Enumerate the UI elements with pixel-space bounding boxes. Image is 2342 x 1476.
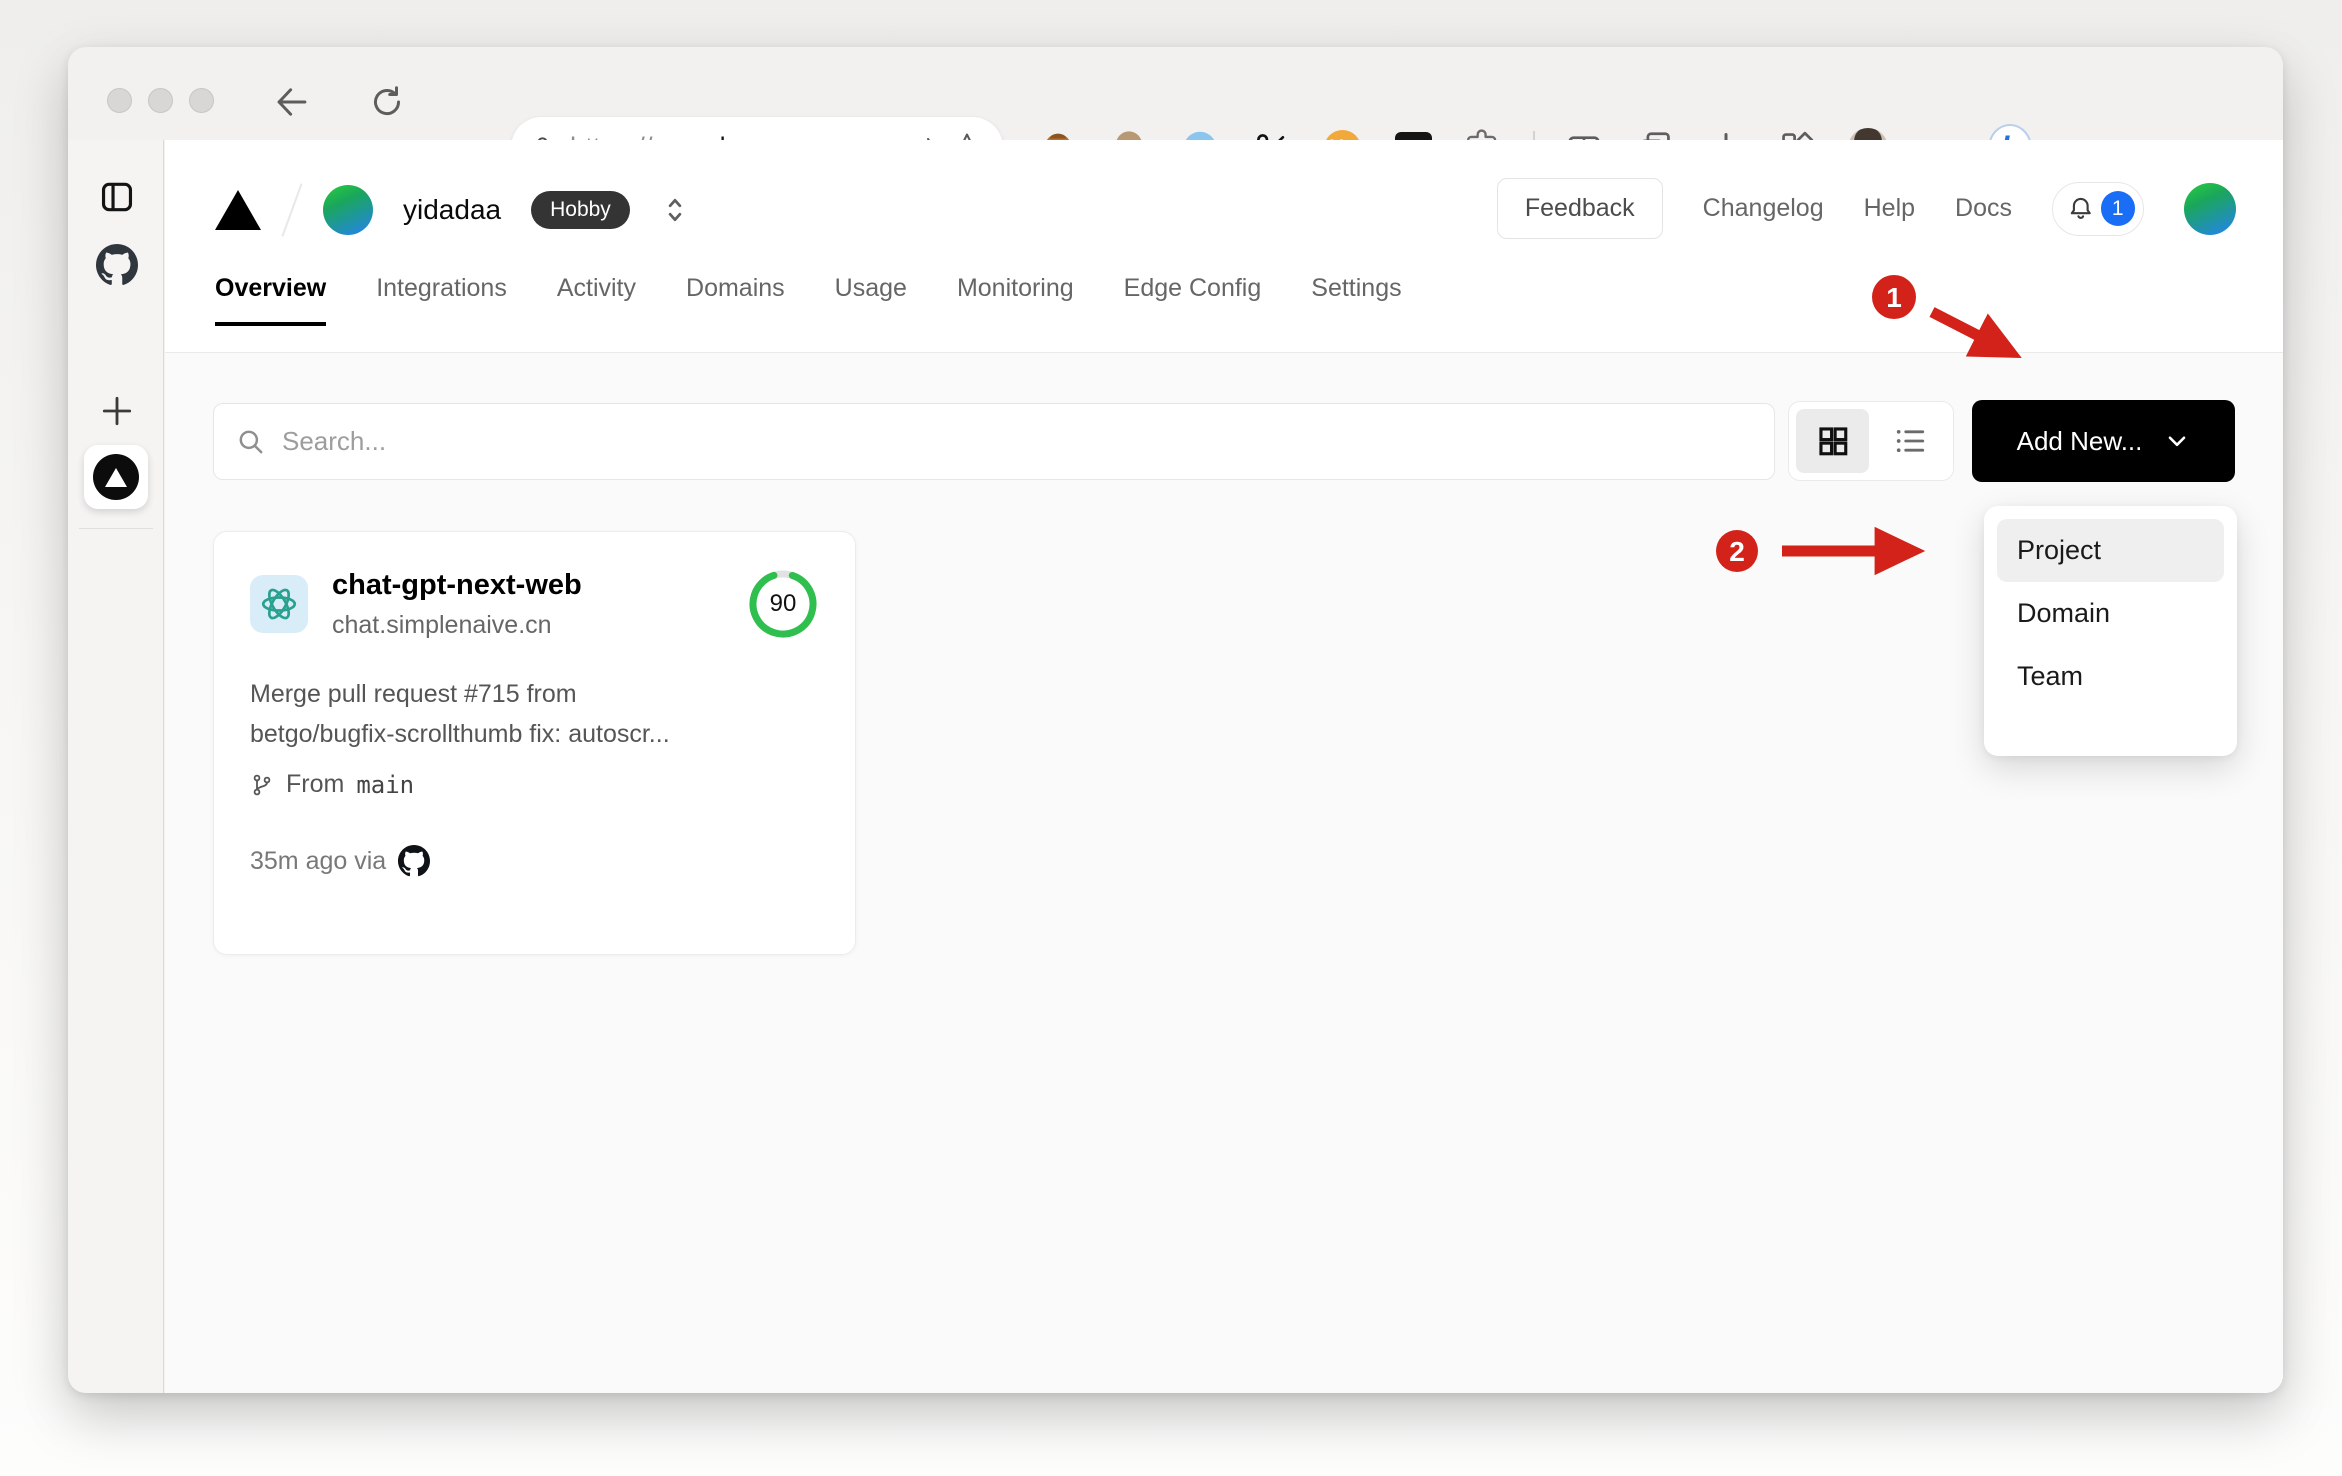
grid-view-button[interactable] xyxy=(1796,409,1869,473)
deployed-time: 35m ago via xyxy=(250,846,387,875)
menu-item-domain[interactable]: Domain xyxy=(1997,582,2224,645)
add-new-button[interactable]: Add New... xyxy=(1972,400,2235,482)
vercel-logo-icon[interactable] xyxy=(215,190,261,230)
github-sidebar-icon[interactable] xyxy=(96,244,138,291)
grid-view-icon xyxy=(1818,427,1847,456)
git-branch-icon xyxy=(253,774,271,795)
window-close-button[interactable] xyxy=(107,88,132,113)
menu-item-team[interactable]: Team xyxy=(1997,645,2224,708)
refresh-icon xyxy=(373,86,401,116)
list-view-icon xyxy=(1896,429,1924,453)
vercel-icon xyxy=(93,454,139,500)
dashboard-tabs: Overview Integrations Activity Domains U… xyxy=(215,274,1402,326)
feedback-button[interactable]: Feedback xyxy=(1496,178,1663,239)
sidebar-divider xyxy=(79,528,153,529)
tab-edge-config[interactable]: Edge Config xyxy=(1124,274,1262,325)
user-avatar[interactable] xyxy=(2184,182,2236,235)
commit-message: Merge pull request #715 from betgo/bugfi… xyxy=(250,680,670,748)
changelog-link[interactable]: Changelog xyxy=(1703,194,1824,223)
window-minimize-button[interactable] xyxy=(148,88,173,113)
page-header-left: yidadaa Hobby xyxy=(215,182,690,238)
tab-activity[interactable]: Activity xyxy=(557,274,636,325)
score-value: 90 xyxy=(769,590,797,617)
back-button[interactable] xyxy=(273,83,311,121)
window-zoom-button[interactable] xyxy=(189,88,214,113)
team-switcher-icon[interactable] xyxy=(660,193,690,227)
vercel-page: yidadaa Hobby Feedback Changelog Help Do… xyxy=(165,140,2283,1393)
openai-logo-icon xyxy=(261,588,297,620)
tab-integrations[interactable]: Integrations xyxy=(376,274,507,325)
sidebar-add-icon[interactable] xyxy=(98,392,136,435)
tab-domains[interactable]: Domains xyxy=(686,274,785,325)
github-icon xyxy=(398,845,431,877)
tab-settings[interactable]: Settings xyxy=(1311,274,1401,325)
sidebar-toggle-icon[interactable] xyxy=(98,178,136,221)
edge-sidebar xyxy=(68,140,164,1393)
back-arrow-icon xyxy=(277,88,307,116)
search-icon xyxy=(239,430,263,453)
project-name[interactable]: chat-gpt-next-web xyxy=(332,569,582,602)
team-name[interactable]: yidadaa xyxy=(403,194,501,226)
list-view-button[interactable] xyxy=(1873,409,1946,473)
tab-overview[interactable]: Overview xyxy=(215,274,327,326)
deployment-meta: 35m ago via xyxy=(250,845,819,877)
notification-count: 1 xyxy=(2100,191,2135,226)
branch-name: main xyxy=(356,770,415,799)
refresh-button[interactable] xyxy=(368,83,406,121)
score-ring[interactable]: 90 xyxy=(747,568,819,640)
docs-link[interactable]: Docs xyxy=(1955,194,2012,223)
project-domain[interactable]: chat.simplenaive.cn xyxy=(332,611,582,640)
project-search[interactable] xyxy=(213,403,1775,480)
from-label: From xyxy=(286,770,345,798)
page-header-right: Feedback Changelog Help Docs 1 xyxy=(1496,178,2236,239)
help-link[interactable]: Help xyxy=(1864,194,1915,223)
branch-row: From main xyxy=(250,770,819,799)
add-new-dropdown: Project Domain Team xyxy=(1984,506,2237,756)
bell-icon xyxy=(2070,197,2091,219)
search-input[interactable] xyxy=(282,426,1752,457)
project-favicon xyxy=(250,575,308,633)
tab-monitoring[interactable]: Monitoring xyxy=(957,274,1074,325)
view-toggle xyxy=(1788,401,1954,481)
tab-usage[interactable]: Usage xyxy=(835,274,907,325)
dashboard-main: Add New... Project Domain Team chat-gp xyxy=(165,352,2283,1393)
chevron-down-icon xyxy=(2169,436,2186,447)
breadcrumb-slash xyxy=(281,183,303,237)
plan-badge: Hobby xyxy=(531,191,630,229)
menu-item-project[interactable]: Project xyxy=(1997,519,2224,582)
team-avatar[interactable] xyxy=(323,185,373,235)
vercel-sidebar-app[interactable] xyxy=(84,445,148,509)
notifications-button[interactable]: 1 xyxy=(2052,181,2144,236)
project-card[interactable]: chat-gpt-next-web chat.simplenaive.cn 90… xyxy=(213,531,856,955)
